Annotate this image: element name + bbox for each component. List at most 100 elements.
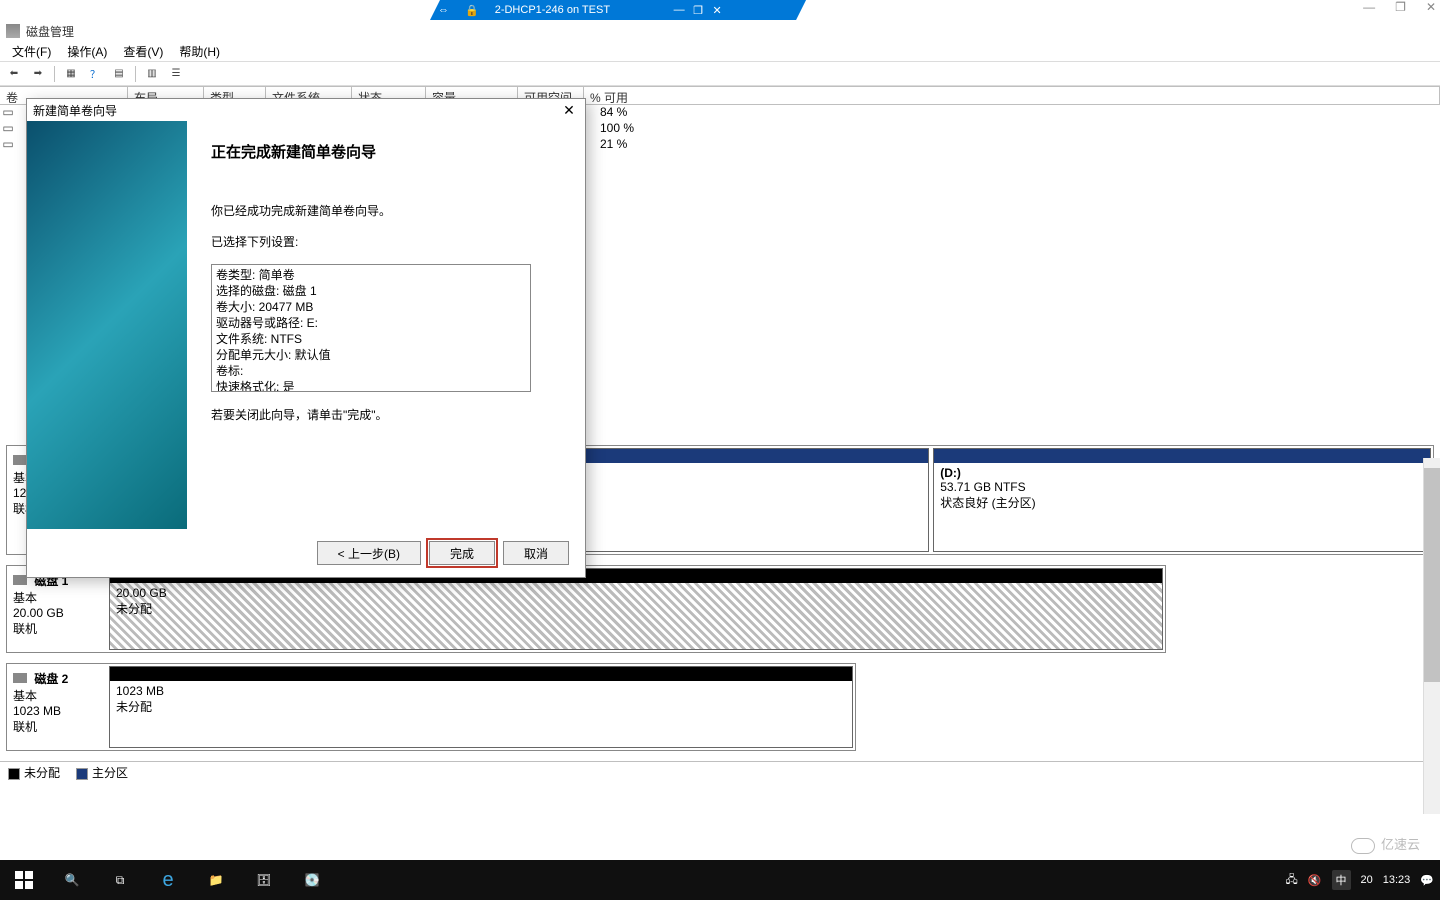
disk-label[interactable]: 磁盘 2 基本 1023 MB 联机 (7, 664, 107, 750)
menu-bar: 文件(F) 操作(A) 查看(V) 帮助(H) (0, 42, 1440, 62)
toolbar-separator (135, 66, 136, 82)
start-button[interactable] (0, 860, 48, 900)
menu-help[interactable]: 帮助(H) (171, 41, 228, 62)
setting-row: 快速格式化: 是 (216, 379, 526, 392)
disk-icon (13, 575, 27, 585)
partition-header (934, 449, 1430, 463)
tray-volume-icon[interactable]: 🔇 (1308, 874, 1322, 887)
wizard-titlebar[interactable]: 新建简单卷向导 ✕ (27, 99, 585, 121)
host-minimize-button[interactable]: — (1363, 0, 1375, 14)
col-pctfree[interactable]: % 可用 (584, 87, 1440, 104)
watermark: 亿速云 (1351, 834, 1420, 854)
refresh-button[interactable]: ▥ (142, 65, 162, 83)
volume-icon: ▭ (0, 121, 16, 137)
task-view-button[interactable]: ⧉ (96, 860, 144, 900)
host-maximize-button[interactable]: ❐ (1395, 0, 1406, 14)
legend: 未分配 主分区 (0, 761, 1440, 783)
volume-pct-free: 84 % (600, 105, 627, 121)
tray-time[interactable]: 13:23 (1383, 874, 1411, 886)
disk-size: 20.00 GB (13, 606, 64, 620)
toolbar: ⬅ ➡ ▦ ？ ▤ ▥ ☰ (0, 62, 1440, 86)
toolbar-separator (54, 66, 55, 82)
tray-date[interactable]: 20 (1361, 874, 1373, 886)
disk-label[interactable]: 磁盘 1 基本 20.00 GB 联机 (7, 566, 107, 652)
disk-mgmt-icon (6, 24, 20, 38)
partition-d[interactable]: (D:) 53.71 GB NTFS 状态良好 (主分区) (933, 448, 1431, 552)
wizard-close-hint: 若要关闭此向导，请单击"完成"。 (211, 406, 561, 423)
help-button[interactable]: ？ (85, 65, 105, 83)
legend-primary: 主分区 (92, 766, 128, 780)
list-button[interactable]: ☰ (166, 65, 186, 83)
lock-icon: 🔒 (465, 4, 485, 17)
unalloc-label: 未分配 (116, 602, 152, 616)
wizard-finish-button[interactable]: 完成 (429, 541, 495, 565)
taskbar-ie-icon[interactable]: e (144, 860, 192, 900)
disk-row-1: 磁盘 1 基本 20.00 GB 联机 20.00 GB 未分配 (6, 565, 1166, 653)
legend-swatch-primary (76, 768, 88, 780)
wizard-cancel-button[interactable]: 取消 (503, 541, 569, 565)
tray-ime[interactable]: 中 (1332, 870, 1351, 890)
disk-name: 磁盘 2 (34, 672, 68, 686)
wizard-sidebar-image (27, 121, 187, 529)
setting-row: 卷类型: 简单卷 (216, 267, 526, 283)
menu-file[interactable]: 文件(F) (4, 41, 59, 62)
disk-state: 联机 (13, 720, 37, 734)
layout-button[interactable]: ▦ (61, 65, 81, 83)
search-button[interactable]: 🔍 (48, 860, 96, 900)
diskpane-scrollbar[interactable] (1423, 458, 1440, 814)
app-title-text: 磁盘管理 (26, 23, 74, 40)
disk-type: 基本 (13, 689, 37, 703)
disk-type: 基本 (13, 591, 37, 605)
forward-button[interactable]: ➡ (28, 65, 48, 83)
host-close-button[interactable]: ✕ (1426, 0, 1436, 14)
watermark-logo-icon (1351, 838, 1375, 854)
volume-icon: ▭ (0, 137, 16, 153)
disk-size: 1023 MB (13, 704, 61, 718)
menu-view[interactable]: 查看(V) (115, 41, 171, 62)
setting-row: 文件系统: NTFS (216, 331, 526, 347)
legend-swatch-unalloc (8, 768, 20, 780)
wizard-back-button[interactable]: < 上一步(B) (317, 541, 421, 565)
unalloc-size: 20.00 GB (116, 586, 167, 600)
disk-icon (13, 673, 27, 683)
tray-network-icon[interactable]: 🖧 (1286, 871, 1298, 890)
host-window-controls: — ❐ ✕ (1363, 0, 1436, 14)
pin-icon[interactable]: ⇔ (438, 4, 455, 16)
tray-notifications-icon[interactable]: 💬 (1420, 874, 1434, 887)
taskbar-server-manager-icon[interactable]: 🗄 (240, 860, 288, 900)
taskbar-explorer-icon[interactable]: 📁 (192, 860, 240, 900)
system-tray: 🖧 🔇 中 20 13:23 💬 (1286, 870, 1440, 890)
setting-row: 选择的磁盘: 磁盘 1 (216, 283, 526, 299)
wizard-settings-list[interactable]: 卷类型: 简单卷 选择的磁盘: 磁盘 1 卷大小: 20477 MB 驱动器号或… (211, 264, 531, 392)
remote-minimize-button[interactable]: — (670, 4, 688, 17)
taskbar: 🔍 ⧉ e 📁 🗄 💽 🖧 🔇 中 20 13:23 💬 (0, 860, 1440, 900)
legend-unalloc: 未分配 (24, 766, 60, 780)
wizard-heading: 正在完成新建简单卷向导 (211, 141, 561, 162)
disk-state: 联机 (13, 622, 37, 636)
disk-row-2: 磁盘 2 基本 1023 MB 联机 1023 MB 未分配 (6, 663, 856, 751)
taskbar-diskmgmt-icon[interactable]: 💽 (288, 860, 336, 900)
back-button[interactable]: ⬅ (4, 65, 24, 83)
wizard-selected-label: 已选择下列设置: (211, 233, 561, 250)
new-simple-volume-wizard: 新建简单卷向导 ✕ 正在完成新建简单卷向导 你已经成功完成新建简单卷向导。 已选… (26, 98, 586, 578)
partition-status: 状态良好 (主分区) (940, 496, 1035, 510)
volume-pct-free: 100 % (600, 121, 634, 137)
wizard-content: 正在完成新建简单卷向导 你已经成功完成新建简单卷向导。 已选择下列设置: 卷类型… (187, 121, 585, 529)
unalloc-size: 1023 MB (116, 684, 164, 698)
setting-row: 分配单元大小: 默认值 (216, 347, 526, 363)
setting-row: 卷大小: 20477 MB (216, 299, 526, 315)
wizard-close-button[interactable]: ✕ (559, 102, 579, 119)
host-titlebar: ⇔ 🔒 2-DHCP1-246 on TEST — ❐ ✕ — ❐ ✕ (0, 0, 1440, 20)
menu-action[interactable]: 操作(A) (59, 41, 115, 62)
partition-header (110, 667, 852, 681)
remote-restore-button[interactable]: ❐ (689, 4, 707, 17)
properties-button[interactable]: ▤ (109, 65, 129, 83)
remote-close-button[interactable]: ✕ (708, 4, 726, 17)
wizard-done-message: 你已经成功完成新建简单卷向导。 (211, 202, 561, 219)
partition-unallocated[interactable]: 1023 MB 未分配 (109, 666, 853, 748)
disk-icon (13, 455, 27, 465)
setting-row: 卷标: (216, 363, 526, 379)
wizard-button-row: < 上一步(B) 完成 取消 (27, 529, 585, 577)
remote-session-title: 2-DHCP1-246 on TEST (495, 4, 610, 16)
partition-unallocated[interactable]: 20.00 GB 未分配 (109, 568, 1163, 650)
